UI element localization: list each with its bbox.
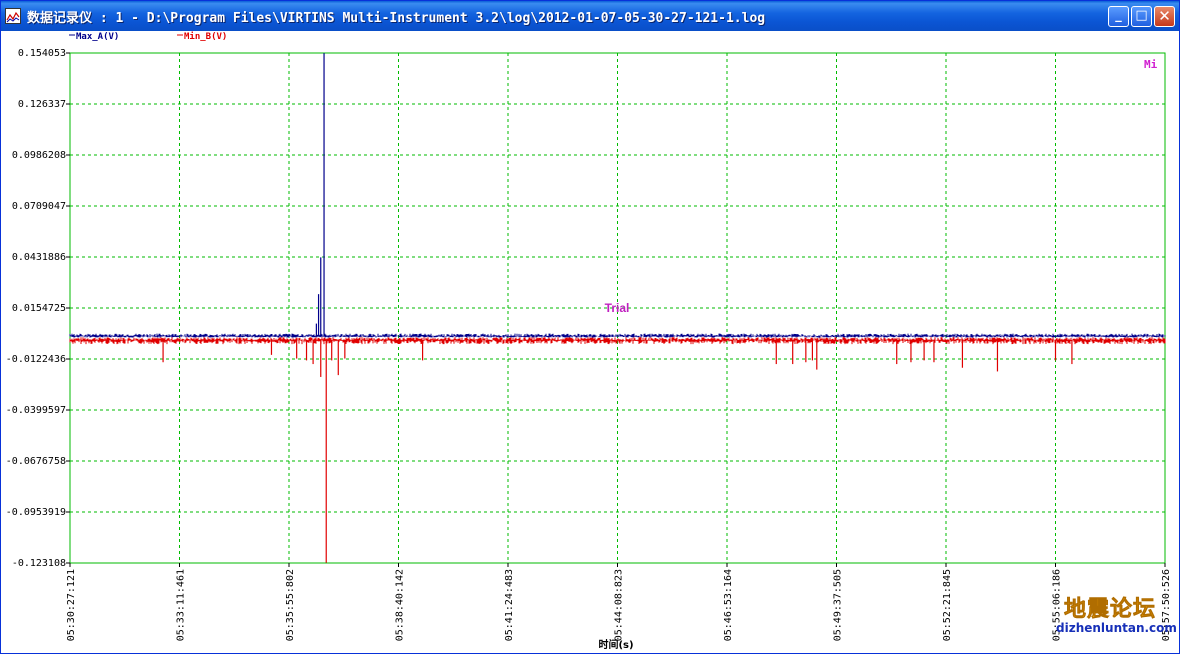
data-logger-chart[interactable]: Max_A(V) Min_B(V) 0.154053 0.126337 0.0986… [1,31,1179,653]
title-bar[interactable]: 数据记录仪 : 1 - D:\Program Files\VIRTINS Mul… [1,1,1179,31]
x-tick-label: 05:44:08:823 [614,569,625,641]
legend-min-b: Min_B(V) [184,31,227,42]
trial-label: Trial [605,301,630,315]
x-tick-label: 05:41:24:483 [504,569,515,641]
y-tick-label: -0.0676758 [6,456,66,467]
minimize-button[interactable]: _ [1108,6,1129,27]
maximize-button[interactable]: □ [1131,6,1152,27]
y-tick-label: 0.0431886 [12,252,66,263]
x-tick-label: 05:33:11:461 [176,569,187,641]
x-axis-label: 时间(s) [598,638,633,651]
y-axis-ticks: 0.154053 0.126337 0.0986208 0.0709047 0.0431… [6,48,70,569]
y-tick-label: -0.0122436 [6,354,66,365]
y-tick-label: -0.123108 [12,558,66,569]
y-tick-label: 0.0709047 [12,201,66,212]
app-icon[interactable] [5,8,21,24]
chart-icon [6,11,20,23]
mi-label[interactable]: Mi [1144,58,1158,71]
y-tick-label: 0.154053 [18,48,66,59]
y-tick-label: 0.0154725 [12,303,66,314]
watermark-logo: 地震论坛 [1064,597,1157,623]
x-tick-label: 05:30:27:121 [66,569,77,641]
y-tick-label: -0.0953919 [6,507,66,518]
y-tick-label: -0.0399597 [6,405,66,416]
x-axis-ticks: 05:30:27:121 05:33:11:461 05:35:55:802 05:3… [66,563,1172,641]
app-window: 数据记录仪 : 1 - D:\Program Files\VIRTINS Mul… [0,0,1180,654]
close-button[interactable]: ✕ [1154,6,1175,27]
y-tick-label: 0.126337 [18,99,66,110]
y-tick-label: 0.0986208 [12,150,66,161]
x-tick-label: 05:35:55:802 [285,569,296,641]
legend-max-a: Max_A(V) [76,32,119,42]
watermark-url: dizhenluntan.com [1056,621,1177,635]
x-tick-label: 05:49:37:505 [833,569,844,641]
x-tick-label: 05:46:53:164 [723,569,734,641]
x-tick-label: 05:38:40:142 [395,569,406,641]
window-title: 数据记录仪 : 1 - D:\Program Files\VIRTINS Mul… [27,11,766,26]
x-tick-label: 05:52:21:845 [942,569,953,641]
